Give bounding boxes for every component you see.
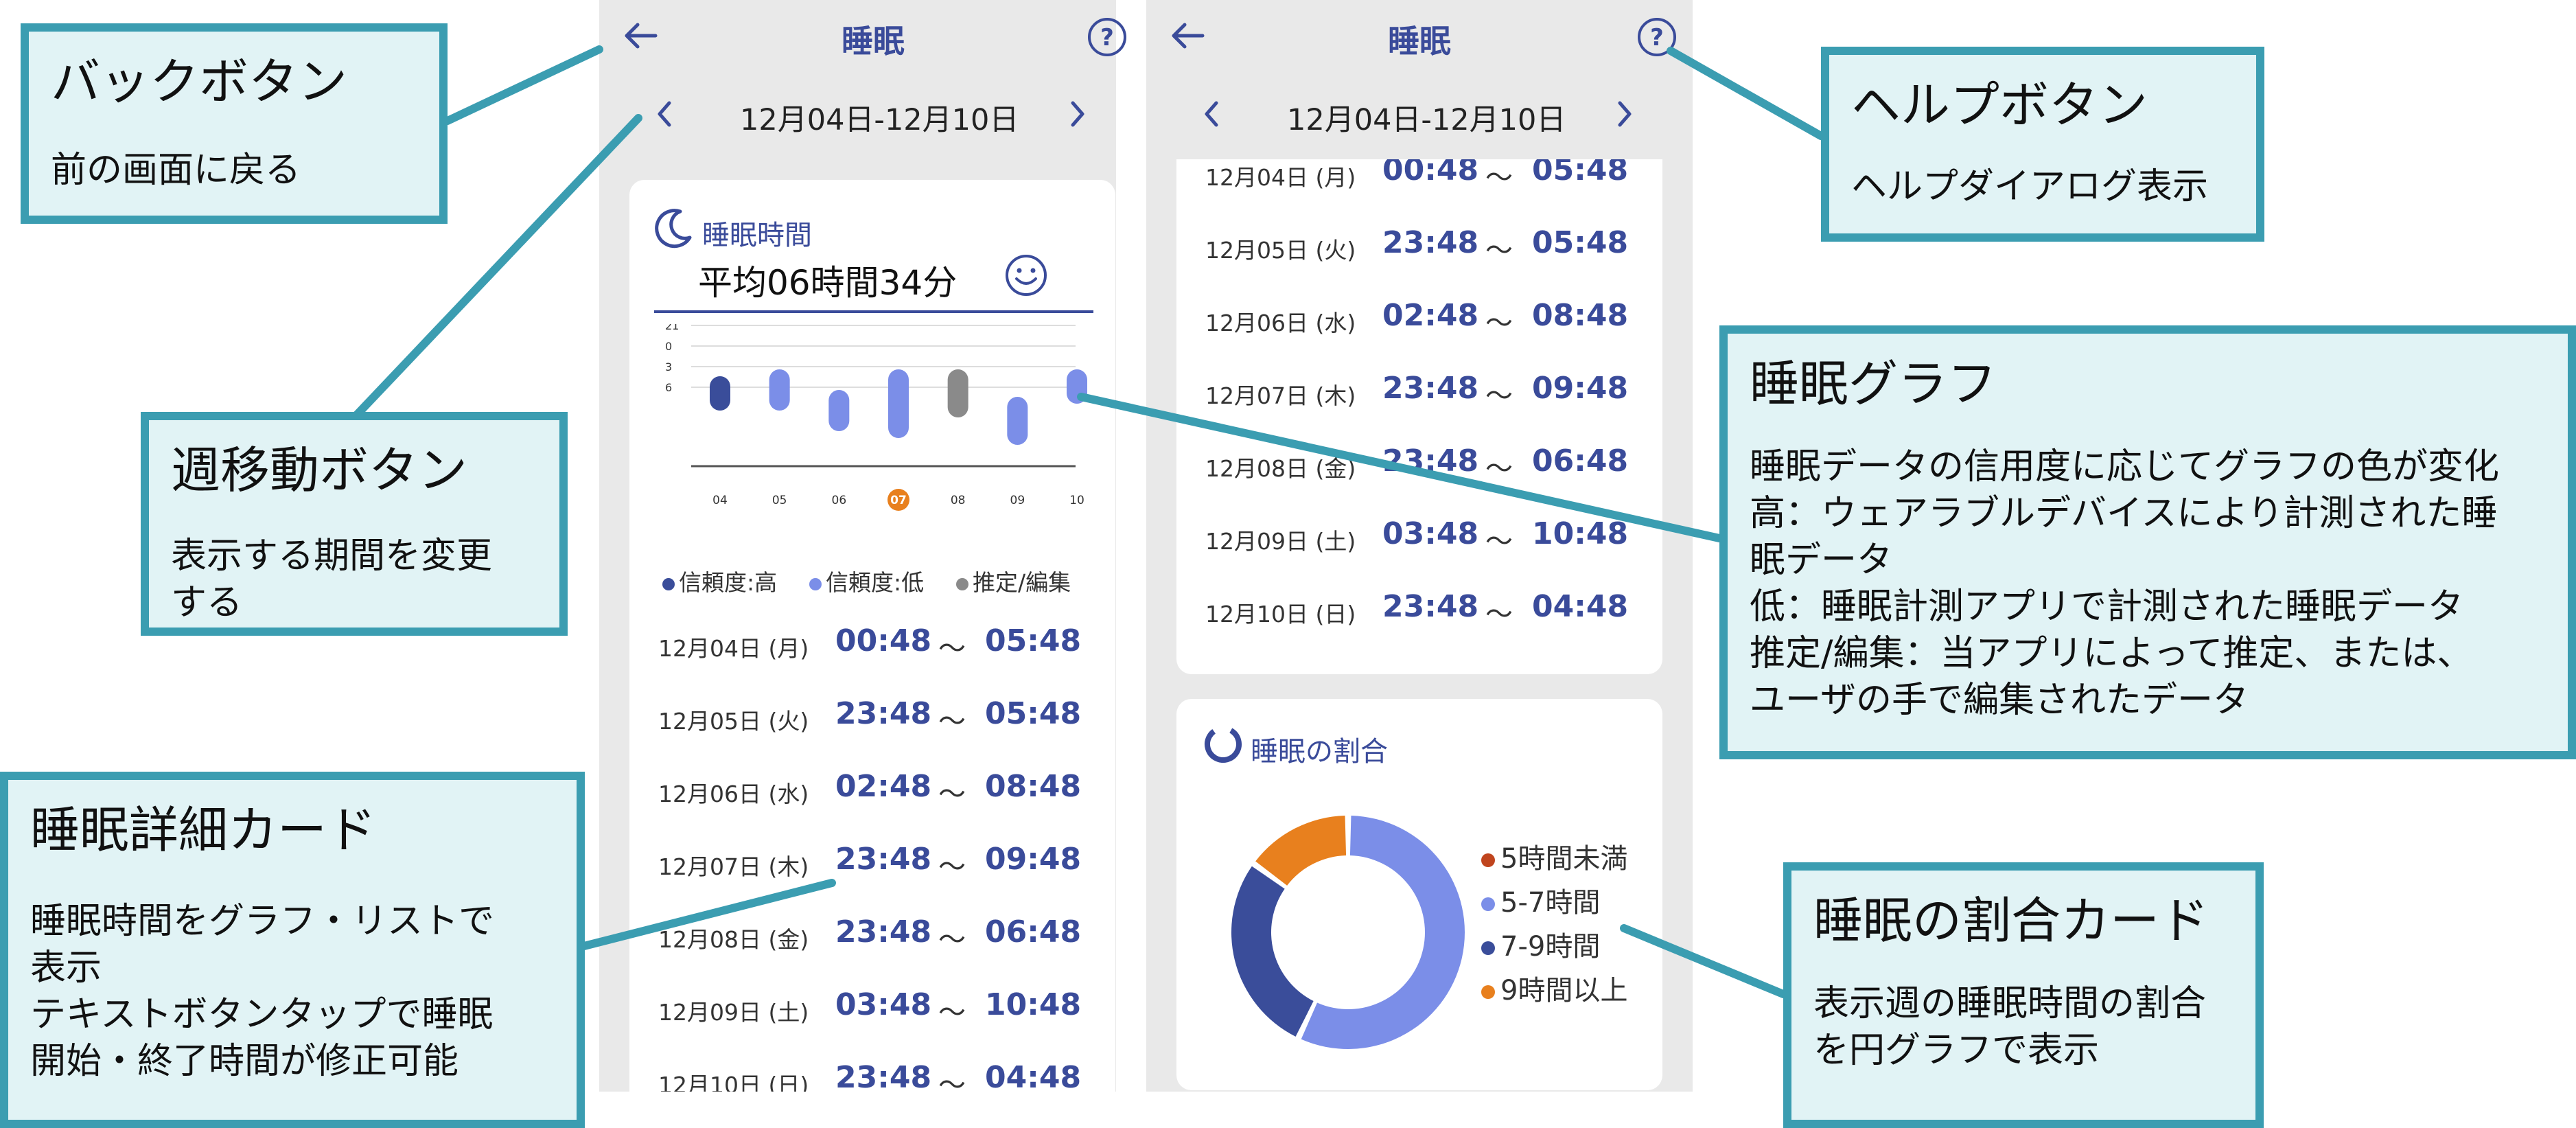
callout-body: 睡眠データの信用度に応じてグラフの色が変化 高：ウェアラブルデバイスにより計測さ… (1750, 446, 2500, 721)
connector-graph (1077, 393, 1724, 542)
connector-ratio (1620, 924, 1787, 998)
callout-title: 睡眠詳細カード (30, 801, 377, 859)
callout-sleep-detail-card: 睡眠詳細カード 睡眠時間をグラフ・リストで 表示 テキストボタンタップで睡眠 開… (0, 772, 585, 1128)
callout-body: 前の画面に戻る (51, 150, 301, 191)
callout-body: 表示する期間を変更 する (171, 536, 493, 623)
connector-help (1667, 47, 1825, 140)
callout-title: ヘルプボタン (1851, 76, 2148, 134)
callout-body: 睡眠時間をグラフ・リストで 表示 テキストボタンタップで睡眠 開始・終了時間が修… (30, 901, 495, 1082)
callout-back-button: バックボタン 前の画面に戻る (21, 23, 448, 224)
callout-body: 表示週の睡眠時間の割合 を円グラフで表示 (1813, 983, 2207, 1071)
callout-title: 睡眠グラフ (1750, 355, 1997, 413)
callout-help-button: ヘルプボタン ヘルプダイアログ表示 (1821, 47, 2264, 242)
callout-sleep-graph: 睡眠グラフ 睡眠データの信用度に応じてグラフの色が変化 高：ウェアラブルデバイス… (1719, 325, 2576, 759)
callout-sleep-ratio-card: 睡眠の割合カード 表示週の睡眠時間の割合 を円グラフで表示 (1783, 862, 2264, 1128)
connector-detail (575, 879, 836, 952)
callout-week-button: 週移動ボタン 表示する期間を変更 する (141, 412, 568, 636)
callout-title: 睡眠の割合カード (1813, 892, 2209, 949)
callout-title: 週移動ボタン (171, 441, 468, 499)
callout-body: ヘルプダイアログ表示 (1851, 166, 2209, 207)
callout-title: バックボタン (51, 53, 348, 111)
connector-back (443, 45, 603, 125)
